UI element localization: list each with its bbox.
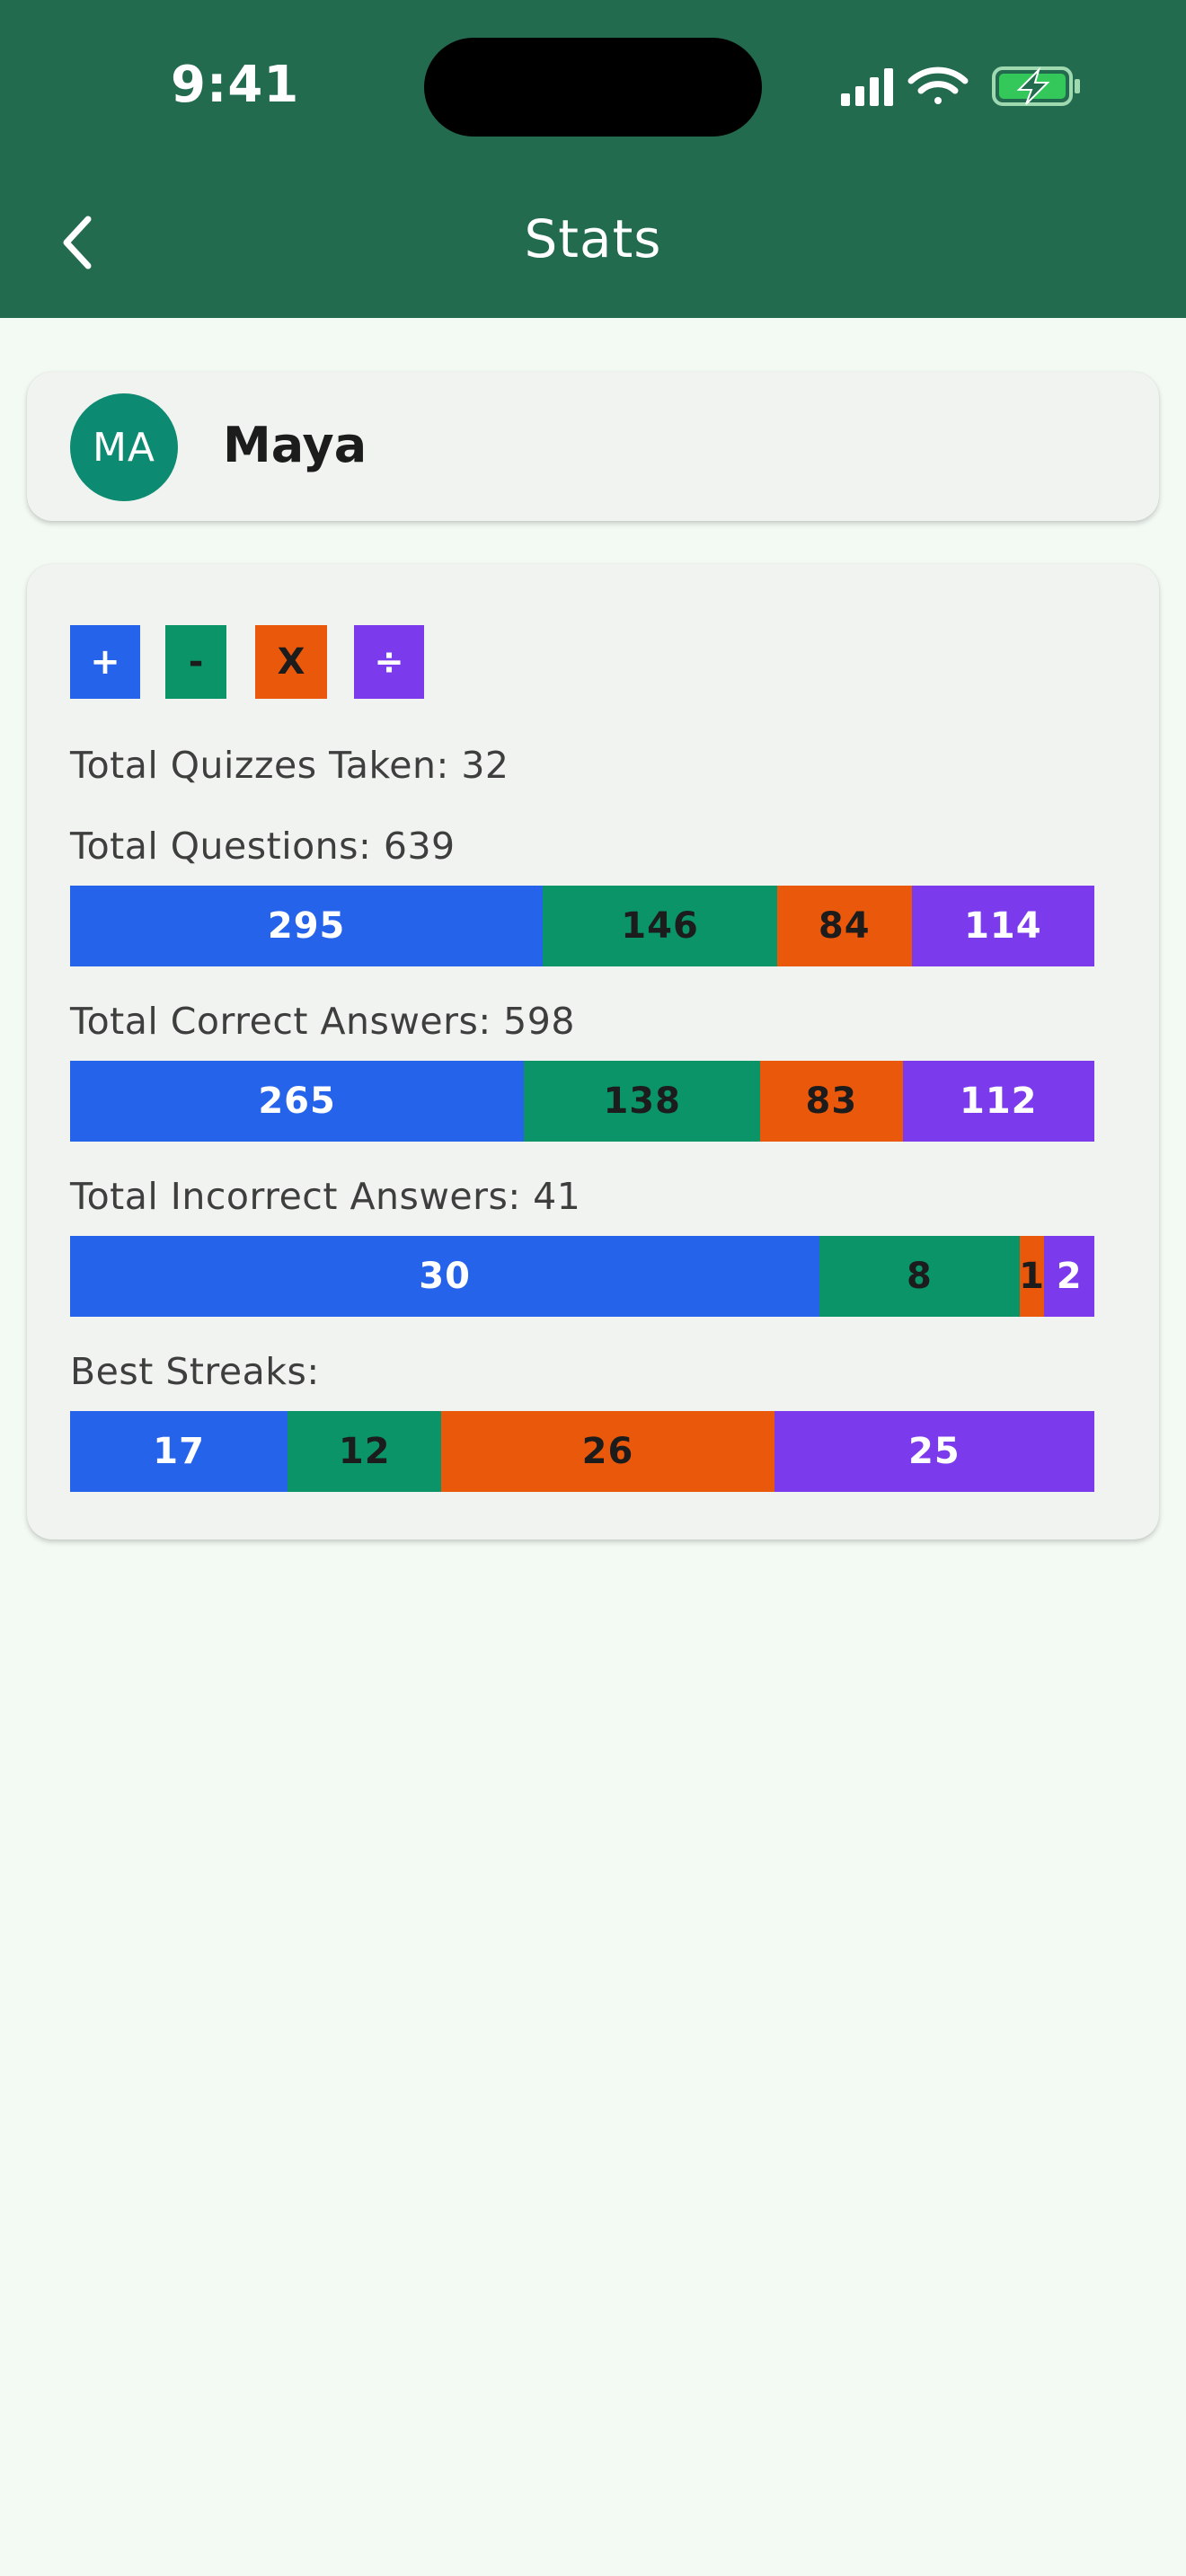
bar-segment-subtract: 12 <box>288 1411 442 1492</box>
operation-multiply-chip[interactable]: X <box>255 625 327 699</box>
bar-segment-add: 295 <box>70 886 544 966</box>
bar-segment-add: 265 <box>70 1061 525 1142</box>
bar-segment-subtract: 8 <box>819 1236 1020 1317</box>
bar-segment-multiply: 84 <box>776 886 912 966</box>
multiply-icon: X <box>277 641 305 683</box>
bar-segment-divide: 2 <box>1044 1236 1094 1317</box>
correct-bar: 265 138 83 112 <box>70 1061 1095 1142</box>
bar-segment-add: 17 <box>70 1411 288 1492</box>
dynamic-island <box>424 38 762 137</box>
status-icons <box>839 63 1082 110</box>
bar-segment-multiply: 1 <box>1019 1236 1045 1317</box>
user-card: MA Maya <box>27 372 1159 521</box>
user-name: Maya <box>223 417 367 473</box>
avatar: MA <box>70 393 178 501</box>
questions-label: Total Questions: 639 <box>70 825 456 868</box>
bar-segment-subtract: 138 <box>524 1061 761 1142</box>
incorrect-label: Total Incorrect Answers: 41 <box>70 1175 581 1218</box>
operation-divide-chip[interactable]: ÷ <box>354 625 424 699</box>
cellular-signal-icon <box>841 68 893 106</box>
correct-label: Total Correct Answers: 598 <box>70 1000 575 1043</box>
operation-subtract-chip[interactable]: - <box>165 625 226 699</box>
bar-segment-divide: 25 <box>774 1411 1094 1492</box>
bar-segment-multiply: 26 <box>441 1411 774 1492</box>
status-time: 9:41 <box>171 56 300 114</box>
minus-icon: - <box>188 641 204 683</box>
divide-icon: ÷ <box>374 641 404 683</box>
bar-segment-divide: 112 <box>902 1061 1095 1142</box>
wifi-icon <box>907 66 969 104</box>
bar-segment-add: 30 <box>70 1236 820 1317</box>
bar-segment-subtract: 146 <box>543 886 777 966</box>
questions-bar: 295 146 84 114 <box>70 886 1094 966</box>
incorrect-bar: 30 8 1 2 <box>70 1236 1094 1317</box>
battery-charging-icon <box>992 66 1080 106</box>
operation-add-chip[interactable]: + <box>70 625 140 699</box>
plus-icon: + <box>90 641 120 683</box>
streaks-bar: 17 12 26 25 <box>70 1411 1094 1492</box>
page-title: Stats <box>524 208 662 269</box>
bar-segment-divide: 114 <box>911 886 1094 966</box>
app-bar: 9:41 Stats <box>0 0 1186 318</box>
streaks-label: Best Streaks: <box>70 1350 320 1393</box>
stats-card: + - X ÷ Total Quizzes Taken: 32 Total Qu… <box>27 564 1159 1539</box>
bar-segment-multiply: 83 <box>760 1061 903 1142</box>
quizzes-label: Total Quizzes Taken: 32 <box>70 744 509 787</box>
